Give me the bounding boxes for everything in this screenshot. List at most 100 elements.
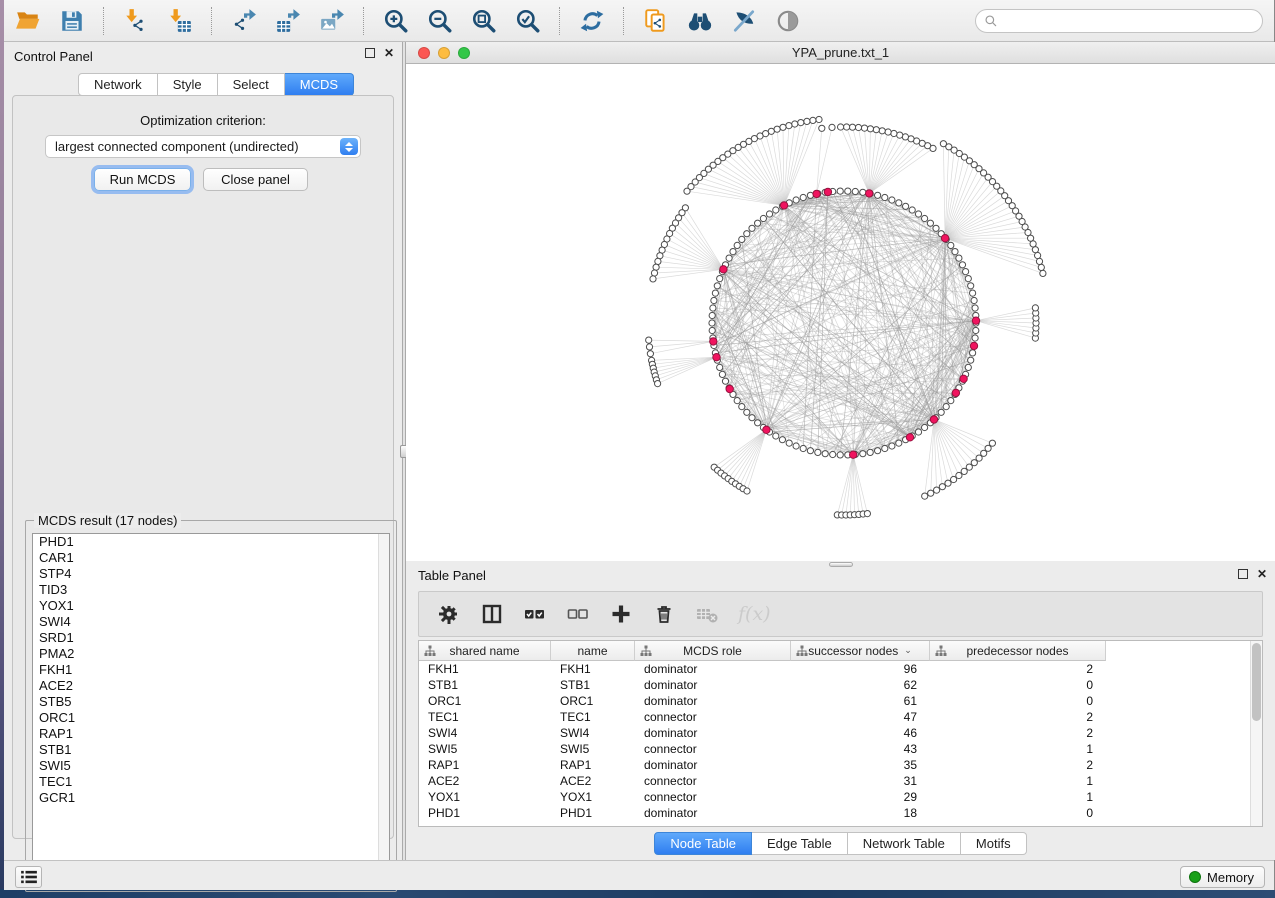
save-session-icon[interactable] [58, 7, 85, 34]
mcds-result-item[interactable]: SWI4 [33, 614, 389, 630]
mcds-result-group: MCDS result (17 nodes) PHD1CAR1STP4TID3Y… [25, 520, 397, 892]
tab-network[interactable]: Network [78, 73, 158, 96]
table-row[interactable]: SWI5SWI5connector431 [419, 741, 1251, 757]
run-mcds-button[interactable]: Run MCDS [94, 168, 191, 191]
table-row[interactable]: FKH1FKH1dominator962 [419, 661, 1251, 677]
close-table-panel-icon[interactable]: ✕ [1257, 569, 1267, 579]
tab-motifs[interactable]: Motifs [961, 832, 1027, 855]
mcds-result-item[interactable]: PHD1 [33, 534, 389, 550]
table-cell: RAP1 [419, 757, 551, 773]
table-toolbar: f(x) [418, 591, 1263, 637]
table-row[interactable]: STB1STB1dominator620 [419, 677, 1251, 693]
deselect-all-icon[interactable] [566, 602, 590, 626]
mcds-result-item[interactable]: STB1 [33, 742, 389, 758]
search-field[interactable] [975, 9, 1263, 33]
mcds-result-item[interactable]: STB5 [33, 694, 389, 710]
tab-select[interactable]: Select [218, 73, 285, 96]
column-header-successor-nodes[interactable]: successor nodes⌄ [791, 641, 930, 661]
search-icon [984, 14, 998, 28]
node-table: shared namenameMCDS rolesuccessor nodes⌄… [418, 640, 1263, 827]
delete-table-icon [695, 602, 719, 626]
zoom-in-icon[interactable] [382, 7, 409, 34]
search-input[interactable] [998, 11, 1248, 31]
open-file-icon[interactable] [14, 7, 41, 34]
column-header-name[interactable]: name [551, 641, 635, 661]
show-graphics-details-icon[interactable] [774, 7, 801, 34]
table-row[interactable]: ORC1ORC1dominator610 [419, 693, 1251, 709]
table-row[interactable]: SWI4SWI4dominator462 [419, 725, 1251, 741]
find-icon[interactable] [686, 7, 713, 34]
export-network-icon[interactable] [230, 7, 257, 34]
mcds-result-item[interactable]: ACE2 [33, 678, 389, 694]
zoom-fit-icon[interactable] [470, 7, 497, 34]
table-cell: 96 [791, 661, 930, 677]
table-scrollbar-thumb[interactable] [1252, 643, 1261, 721]
table-cell: 2 [930, 709, 1106, 725]
mcds-result-list[interactable]: PHD1CAR1STP4TID3YOX1SWI4SRD1PMA2FKH1ACE2… [32, 533, 390, 885]
show-panels-button[interactable] [15, 866, 42, 888]
tab-edge-table[interactable]: Edge Table [752, 832, 848, 855]
memory-label: Memory [1207, 870, 1254, 885]
table-cell: SWI4 [551, 725, 635, 741]
table-cell: dominator [635, 805, 791, 821]
mcds-result-item[interactable]: PMA2 [33, 646, 389, 662]
mcds-result-item[interactable]: ORC1 [33, 710, 389, 726]
table-row[interactable]: PHD1PHD1dominator180 [419, 805, 1251, 821]
new-network-from-selection-icon[interactable] [642, 7, 669, 34]
mcds-result-item[interactable]: RAP1 [33, 726, 389, 742]
table-cell: connector [635, 789, 791, 805]
toolbar-separator [623, 7, 624, 35]
tab-network-table[interactable]: Network Table [848, 832, 961, 855]
export-image-icon[interactable] [318, 7, 345, 34]
mcds-result-item[interactable]: GCR1 [33, 790, 389, 806]
column-header-predecessor-nodes[interactable]: predecessor nodes [930, 641, 1106, 661]
column-header-shared-name[interactable]: shared name [419, 641, 551, 661]
mcds-result-item[interactable]: YOX1 [33, 598, 389, 614]
export-table-icon[interactable] [274, 7, 301, 34]
mcds-result-item[interactable]: SWI5 [33, 758, 389, 774]
table-row[interactable]: TEC1TEC1connector472 [419, 709, 1251, 725]
table-panel-title: Table Panel [418, 568, 486, 583]
mcds-result-item[interactable]: TID3 [33, 582, 389, 598]
close-panel-button[interactable]: Close panel [203, 168, 308, 191]
mcds-result-item[interactable]: TEC1 [33, 774, 389, 790]
delete-icon[interactable] [652, 602, 676, 626]
import-network-icon[interactable] [122, 7, 149, 34]
table-row[interactable]: ACE2ACE2connector311 [419, 773, 1251, 789]
select-all-icon[interactable] [523, 602, 547, 626]
gear-icon[interactable] [437, 602, 461, 626]
table-scrollbar[interactable] [1250, 641, 1262, 826]
apply-layout-icon[interactable] [578, 7, 605, 34]
mcds-result-item[interactable]: STP4 [33, 566, 389, 582]
close-panel-icon[interactable]: ✕ [384, 48, 394, 58]
tab-mcds[interactable]: MCDS [285, 73, 354, 96]
memory-button[interactable]: Memory [1180, 866, 1265, 888]
column-header-MCDS-role[interactable]: MCDS role [635, 641, 791, 661]
table-cell: 0 [930, 693, 1106, 709]
zoom-selected-icon[interactable] [514, 7, 541, 34]
table-cell: FKH1 [551, 661, 635, 677]
hide-selected-icon[interactable] [730, 7, 757, 34]
mcds-result-item[interactable]: CAR1 [33, 550, 389, 566]
columns-icon[interactable] [480, 602, 504, 626]
table-cell: 1 [930, 773, 1106, 789]
zoom-out-icon[interactable] [426, 7, 453, 34]
horizontal-splitter-handle[interactable] [829, 562, 853, 567]
mcds-result-item[interactable]: SRD1 [33, 630, 389, 646]
tab-style[interactable]: Style [158, 73, 218, 96]
mcds-result-item[interactable]: FKH1 [33, 662, 389, 678]
mcds-list-scrollbar[interactable] [378, 534, 389, 884]
table-row[interactable]: YOX1YOX1connector291 [419, 789, 1251, 805]
add-icon[interactable] [609, 602, 633, 626]
tab-node-table[interactable]: Node Table [654, 832, 752, 855]
table-cell: 0 [930, 805, 1106, 821]
table-row[interactable]: RAP1RAP1dominator352 [419, 757, 1251, 773]
import-table-icon[interactable] [166, 7, 193, 34]
float-panel-icon[interactable] [365, 48, 375, 58]
table-cell: 1 [930, 789, 1106, 805]
network-canvas[interactable] [406, 64, 1275, 561]
optimization-criterion-select[interactable]: largest connected component (undirected) [45, 135, 361, 158]
control-panel-title: Control Panel [14, 49, 93, 64]
float-table-panel-icon[interactable] [1238, 569, 1248, 579]
table-cell: STB1 [419, 677, 551, 693]
